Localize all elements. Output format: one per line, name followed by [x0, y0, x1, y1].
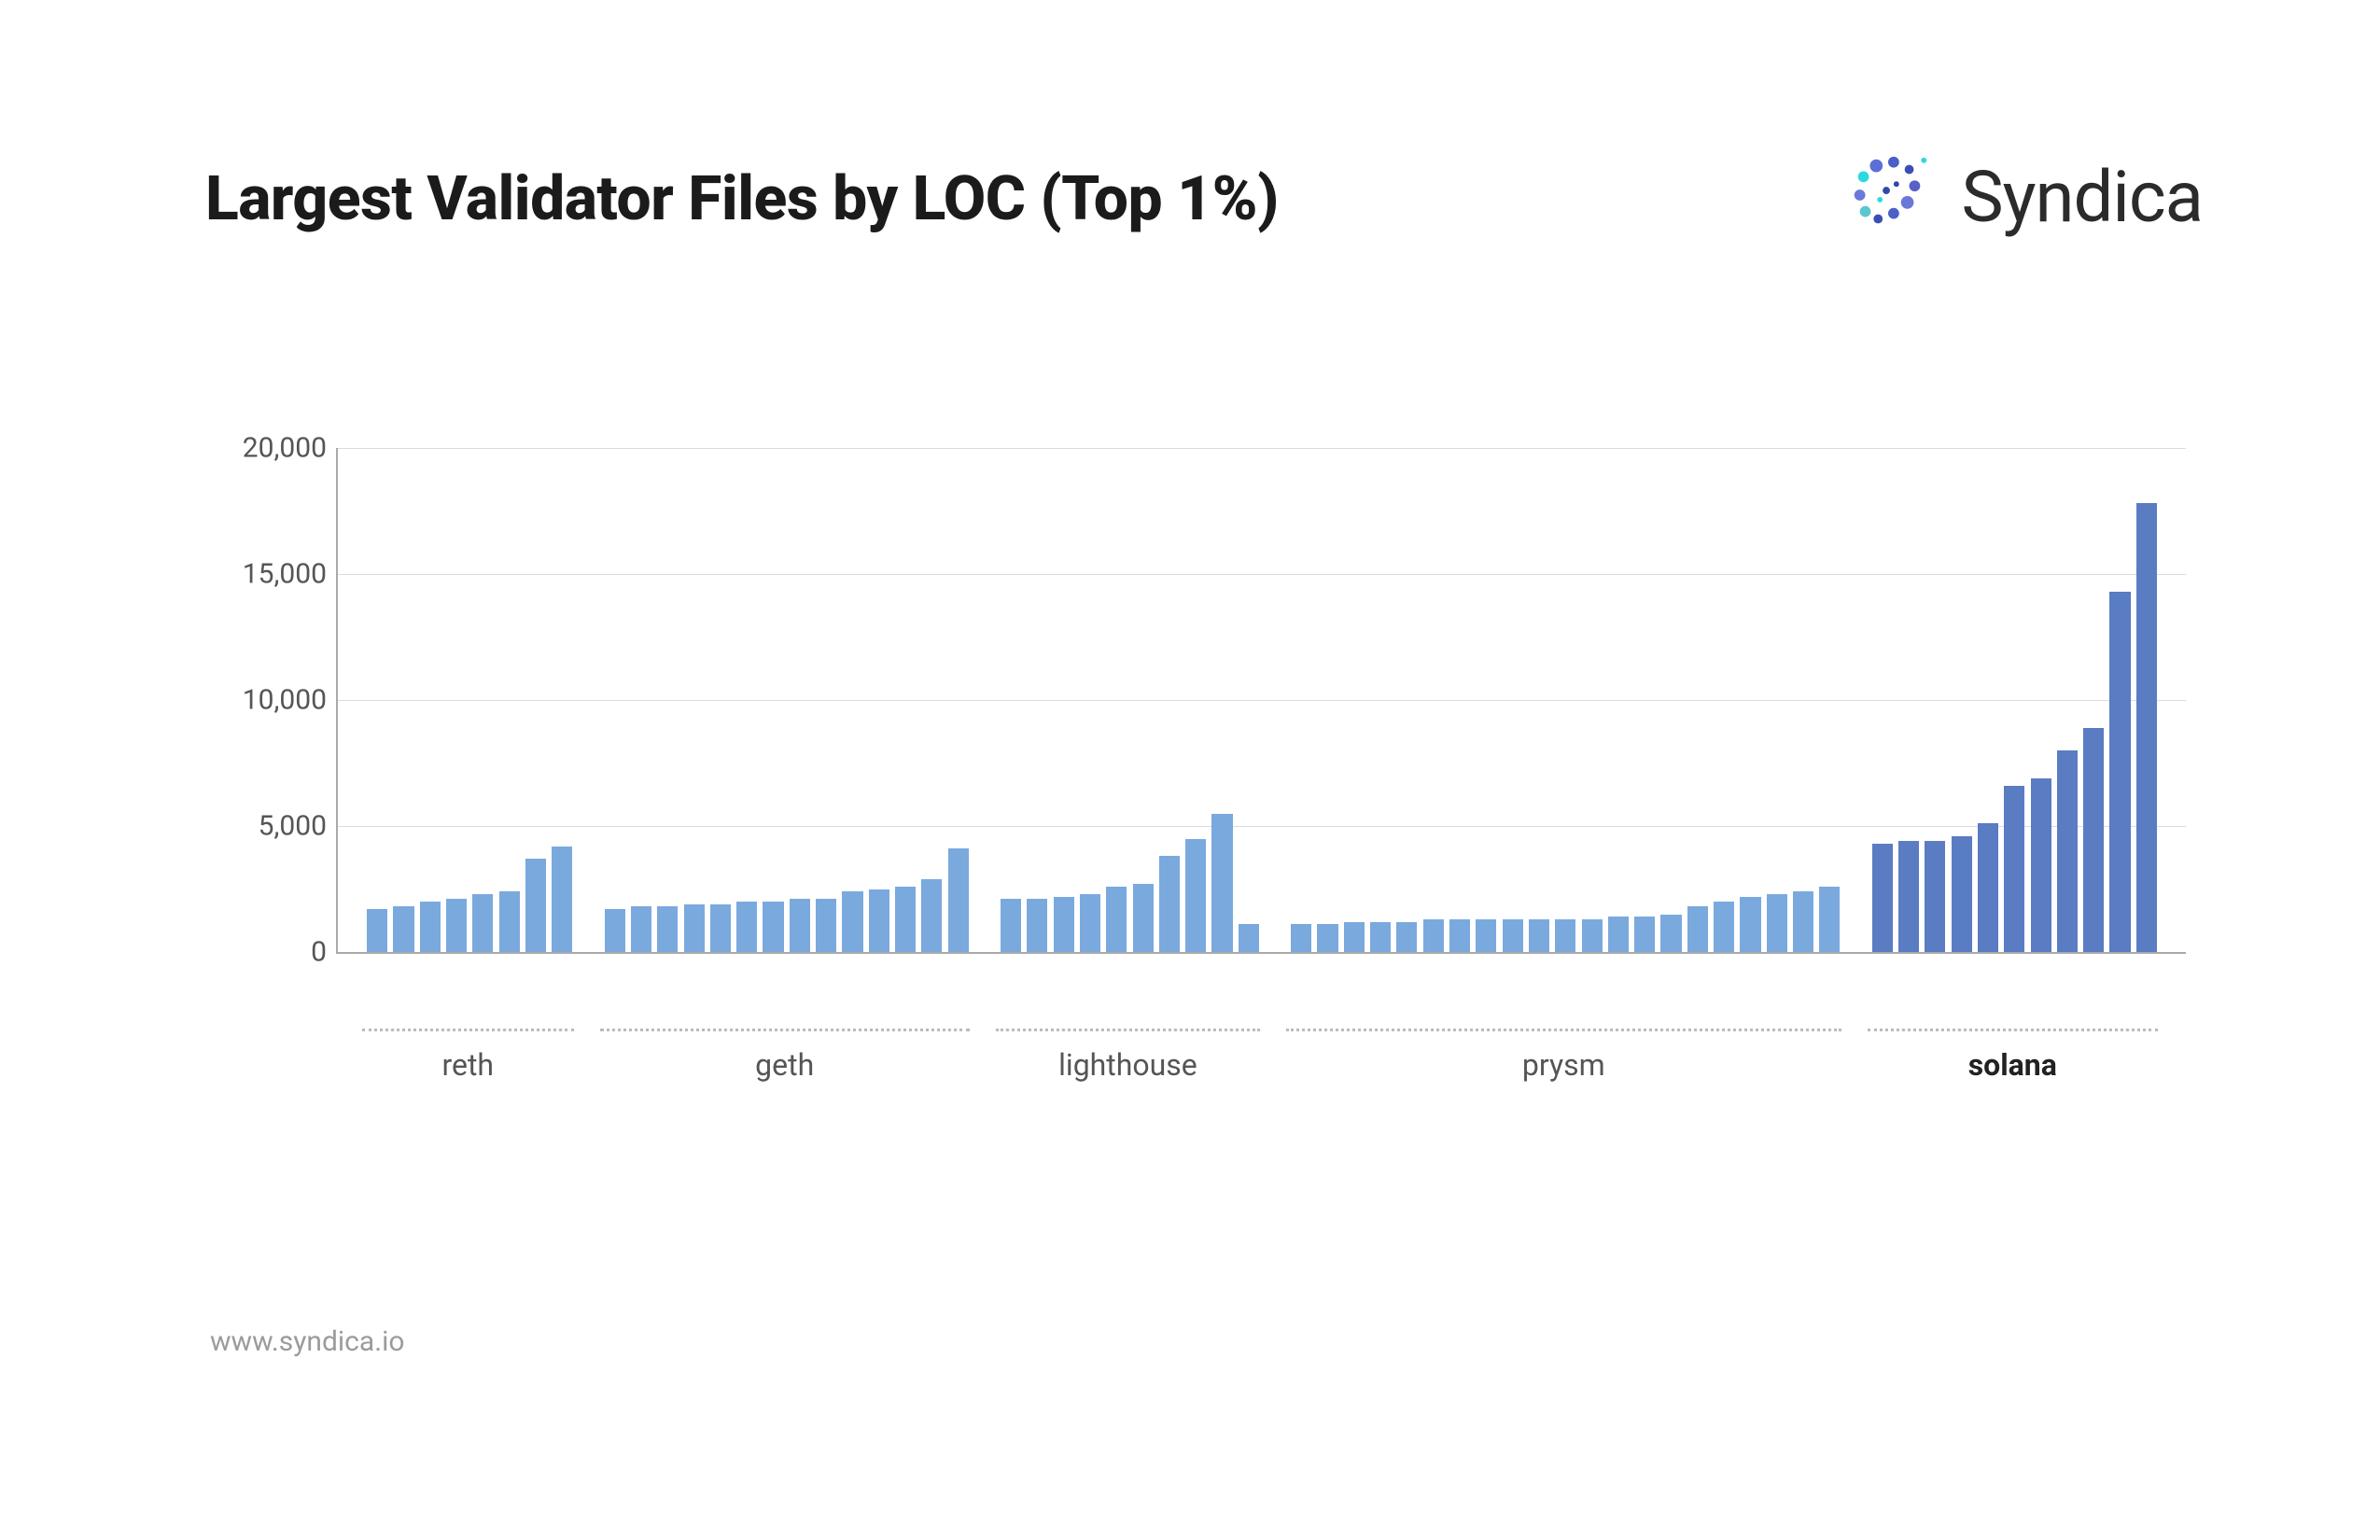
bars-container: [338, 448, 2186, 952]
chart-title: Largest Validator Files by LOC (Top 1%): [205, 163, 1279, 235]
bar: [523, 859, 549, 952]
y-tick-label: 10,000: [205, 684, 327, 717]
bar: [1129, 884, 1155, 952]
bar: [602, 909, 628, 952]
bar: [2134, 503, 2160, 952]
bar: [813, 899, 839, 952]
bar: [1552, 919, 1578, 952]
bar: [1790, 891, 1816, 952]
group-label-solana: solana: [1868, 1047, 2158, 1083]
bar: [945, 848, 972, 952]
bar: [628, 906, 654, 952]
group-label-lighthouse: lighthouse: [996, 1047, 1260, 1083]
bar: [1314, 924, 1340, 952]
bar: [1500, 919, 1526, 952]
group-underline: [1286, 1029, 1841, 1032]
bar: [1658, 915, 1684, 953]
bar: [998, 899, 1024, 952]
bar: [1869, 844, 1896, 952]
group-underline: [600, 1029, 970, 1032]
bar: [1578, 919, 1604, 952]
bar: [390, 906, 416, 952]
bar: [1473, 919, 1499, 952]
bar: [443, 899, 469, 952]
bar: [1367, 922, 1393, 952]
bar: [549, 847, 575, 952]
bar: [1922, 841, 1948, 952]
bar: [707, 904, 734, 952]
bar: [1447, 919, 1473, 952]
y-tick-label: 5,000: [205, 810, 327, 843]
bar: [1051, 897, 1077, 952]
bar: [2027, 778, 2053, 952]
chart-area: 05,00010,00015,00020,000 rethgethlightho…: [205, 448, 2184, 1027]
bar: [1209, 814, 1235, 953]
bar: [469, 894, 496, 952]
plot-area: [336, 448, 2186, 954]
group-label-geth: geth: [600, 1047, 970, 1083]
group-underline: [362, 1029, 574, 1032]
group-label-prysm: prysm: [1286, 1047, 1841, 1083]
bar: [1764, 894, 1790, 952]
bar: [417, 902, 443, 952]
bar: [2080, 728, 2107, 952]
bar: [1236, 924, 1262, 952]
bar: [734, 902, 760, 952]
footer-url: www.syndica.io: [210, 1325, 405, 1358]
bar: [1526, 919, 1552, 952]
bar: [654, 906, 680, 952]
bar: [2054, 750, 2080, 952]
bar: [1975, 823, 2001, 952]
bar: [1816, 887, 1842, 952]
bar: [1183, 839, 1209, 953]
bar: [760, 902, 786, 952]
bar: [1341, 922, 1367, 952]
bar: [1156, 856, 1183, 952]
y-tick-label: 0: [205, 936, 327, 969]
bar: [2001, 786, 2027, 952]
bar: [1103, 887, 1129, 952]
bar: [1631, 917, 1658, 952]
bar: [364, 909, 390, 952]
bar: [1024, 899, 1050, 952]
brand-logo: Syndica: [1843, 149, 2203, 245]
group-underline: [1868, 1029, 2158, 1032]
group-label-reth: reth: [362, 1047, 574, 1083]
bar: [1605, 917, 1631, 952]
bar: [1737, 897, 1763, 952]
bar: [892, 887, 918, 952]
bar: [1077, 894, 1103, 952]
bar: [866, 889, 892, 953]
y-tick-label: 15,000: [205, 558, 327, 591]
bar: [787, 899, 813, 952]
bar: [1393, 922, 1420, 952]
bar: [918, 879, 945, 952]
bar: [2107, 592, 2133, 952]
bar: [1685, 906, 1711, 952]
bar: [1288, 924, 1314, 952]
bar: [1421, 919, 1447, 952]
bar: [1711, 902, 1737, 952]
bar: [839, 891, 865, 952]
group-underline: [996, 1029, 1260, 1032]
bar: [1896, 841, 1922, 952]
group-labels: reth geth lighthouse prysm solana: [336, 1047, 2184, 1103]
bar: [1949, 836, 1975, 952]
bar: [497, 891, 523, 952]
brand-name: Syndica: [1961, 155, 2203, 239]
bar: [680, 904, 707, 952]
syndica-logo-icon: [1843, 149, 1935, 245]
y-tick-label: 20,000: [205, 432, 327, 465]
